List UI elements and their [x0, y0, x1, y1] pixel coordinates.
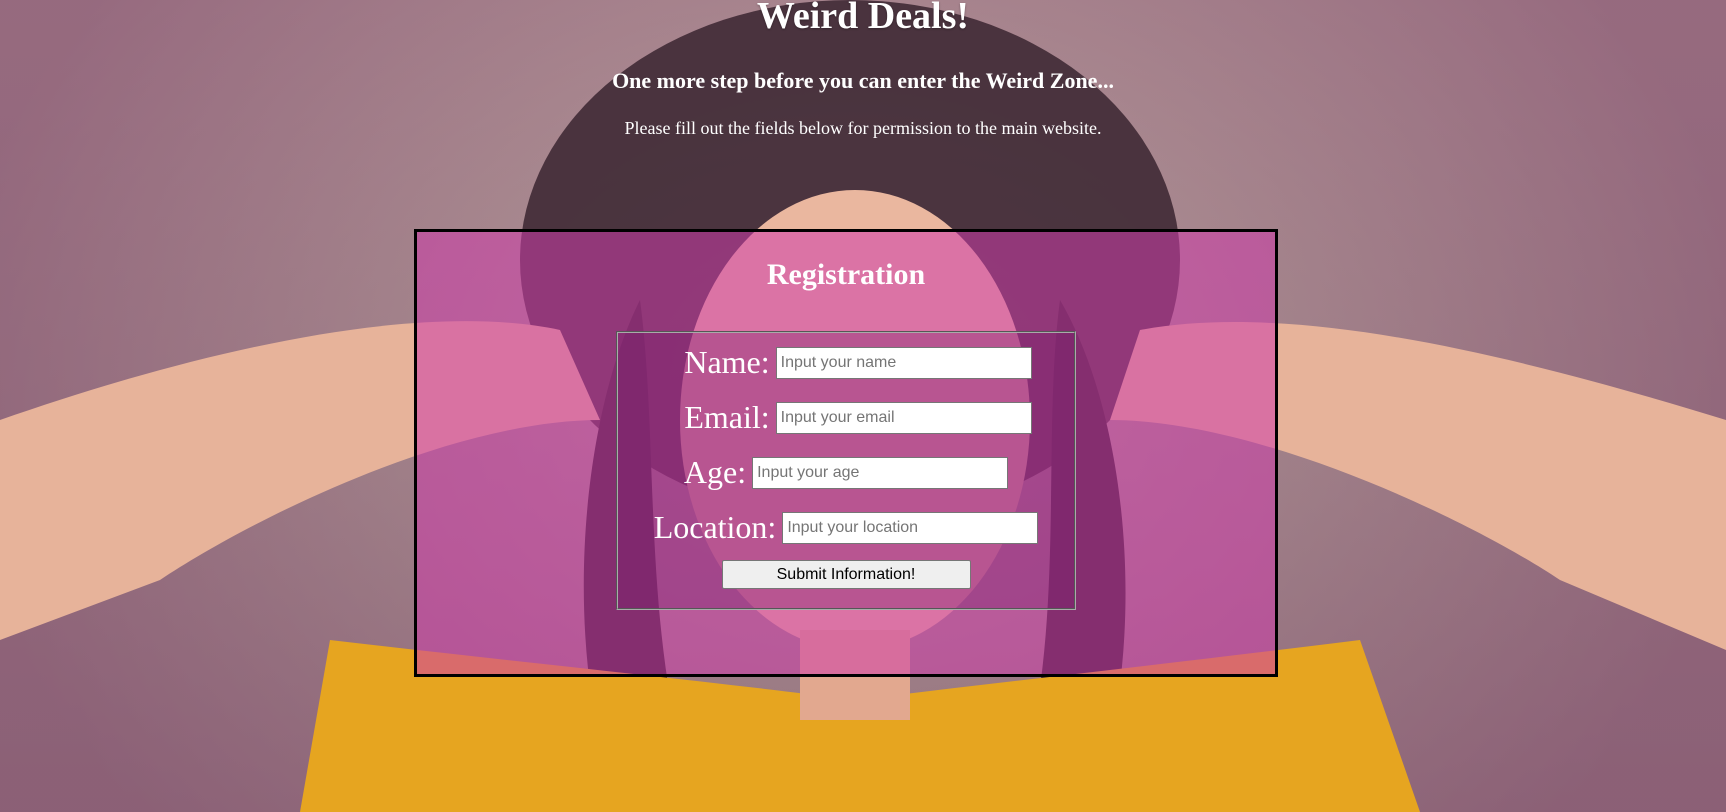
name-label: Name: — [684, 344, 770, 380]
location-row: Location: — [618, 509, 1074, 546]
submit-row: Submit Information! — [618, 560, 1074, 589]
age-input[interactable] — [752, 456, 1009, 489]
name-input[interactable] — [775, 346, 1032, 379]
registration-title: Registration — [766, 258, 926, 291]
submit-button[interactable]: Submit Information! — [721, 560, 971, 589]
email-row: Email: — [630, 399, 1086, 436]
registration-form: Name: Email: Age: Location: Submit Infor… — [616, 331, 1076, 610]
email-input[interactable] — [775, 401, 1032, 434]
location-label: Location: — [653, 509, 777, 545]
age-label: Age: — [683, 454, 747, 490]
page-title: Weird Deals! — [756, 0, 970, 37]
instructions-text: Please fill out the fields below for per… — [624, 118, 1102, 138]
page-subtitle: One more step before you can enter the W… — [612, 68, 1114, 93]
location-input[interactable] — [782, 511, 1039, 544]
age-row: Age: — [618, 454, 1074, 491]
name-row: Name: — [630, 344, 1086, 381]
registration-panel: Registration Name: Email: Age: Location:… — [414, 229, 1278, 677]
email-label: Email: — [684, 399, 770, 435]
